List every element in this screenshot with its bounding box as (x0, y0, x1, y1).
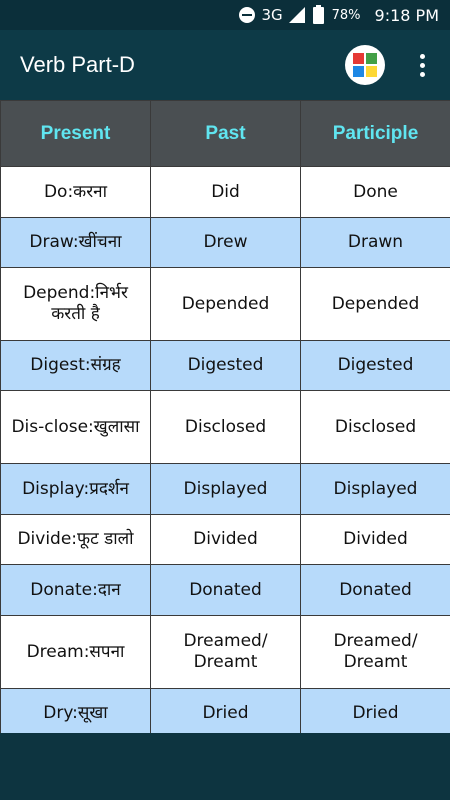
cell-present: Dry:सूखा (0, 688, 151, 739)
table-row: Dream:सपना Dreamed/ Dreamt Dreamed/ Drea… (0, 615, 450, 689)
cell-present: Depend:निर्भर करती है (0, 267, 151, 341)
cell-present: Display:प्रदर्शन (0, 463, 151, 515)
cell-participle: Dried (300, 688, 450, 739)
cell-present: Do:करना (0, 166, 151, 218)
cell-participle: Depended (300, 267, 450, 341)
battery-icon (312, 4, 324, 24)
cell-participle: Dreamed/ Dreamt (300, 615, 450, 689)
logo-green-square (366, 53, 377, 64)
cell-participle: Displayed (300, 463, 450, 515)
cell-participle: Divided (300, 514, 450, 565)
header-present: Present (0, 100, 151, 167)
cell-past: Digested (150, 340, 301, 391)
cell-present: Digest:संग्रह (0, 340, 151, 391)
table-row: Do:करना Did Done (0, 166, 450, 218)
cell-past: Dreamed/ Dreamt (150, 615, 301, 689)
cell-present: Divide:फूट डालो (0, 514, 151, 565)
table-row: Dry:सूखा Dried Dried (0, 688, 450, 739)
cell-present: Dream:सपना (0, 615, 151, 689)
logo-yellow-square (366, 66, 377, 77)
cell-participle: Drawn (300, 217, 450, 268)
table-row: Digest:संग्रह Digested Digested (0, 340, 450, 391)
cell-past: Divided (150, 514, 301, 565)
verb-table: Present Past Participle Do:करना Did Done… (0, 100, 450, 739)
table-row: Dis-close:खुलासा Disclosed Disclosed (0, 390, 450, 464)
app-bar: Verb Part-D (0, 30, 450, 100)
signal-icon (288, 7, 305, 23)
table-row: Depend:निर्भर करती है Depended Depended (0, 267, 450, 341)
clock: 9:18 PM (374, 5, 439, 25)
cell-past: Donated (150, 564, 301, 616)
cell-past: Depended (150, 267, 301, 341)
page-title: Verb Part-D (20, 52, 135, 77)
verb-table-container[interactable]: Present Past Participle Do:करना Did Done… (0, 100, 450, 739)
cell-present: Draw:खींचना (0, 217, 151, 268)
cell-participle: Disclosed (300, 390, 450, 464)
cell-participle: Digested (300, 340, 450, 391)
table-row: Display:प्रदर्शन Displayed Displayed (0, 463, 450, 515)
bottom-bar (0, 733, 450, 800)
cell-participle: Done (300, 166, 450, 218)
cell-participle: Donated (300, 564, 450, 616)
cell-present: Dis-close:खुलासा (0, 390, 151, 464)
logo-blue-square (353, 66, 364, 77)
cell-past: Drew (150, 217, 301, 268)
table-row: Draw:खींचना Drew Drawn (0, 217, 450, 268)
header-past: Past (150, 100, 301, 167)
battery-percent: 78% (331, 7, 361, 23)
do-not-disturb-icon (239, 7, 256, 23)
cell-past: Did (150, 166, 301, 218)
network-type: 3G (261, 6, 283, 24)
table-row: Divide:फूट डालो Divided Divided (0, 514, 450, 565)
cell-past: Dried (150, 688, 301, 739)
app-logo-icon[interactable] (345, 45, 385, 85)
cell-present: Donate:दान (0, 564, 151, 616)
header-participle: Participle (300, 100, 450, 167)
logo-red-square (353, 53, 364, 64)
table-row: Donate:दान Donated Donated (0, 564, 450, 616)
overflow-menu-icon[interactable] (412, 52, 432, 80)
status-bar: 3G 78% 9:18 PM (0, 0, 450, 30)
cell-past: Displayed (150, 463, 301, 515)
cell-past: Disclosed (150, 390, 301, 464)
